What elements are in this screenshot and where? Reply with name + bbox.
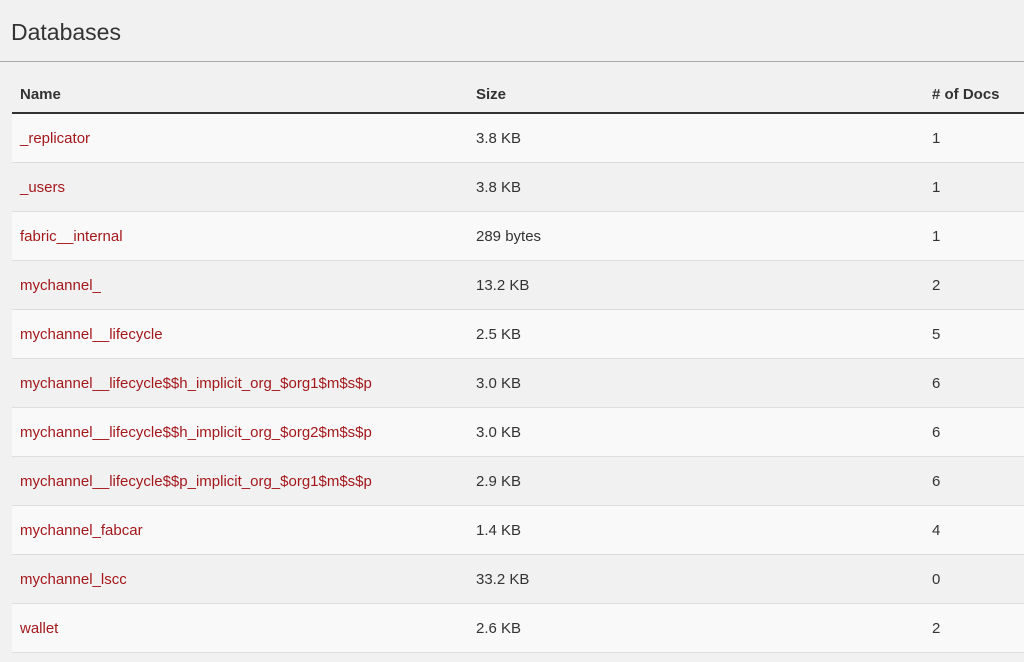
page-title: Databases [11, 19, 121, 45]
database-size: 3.0 KB [476, 424, 522, 441]
database-size: 2.5 KB [476, 326, 522, 343]
table-header: Name Size # of Docs [12, 76, 1024, 114]
database-name-link[interactable]: mychannel__lifecycle$$p_implicit_org_$or… [20, 473, 372, 490]
database-doc-count: 6 [932, 375, 941, 392]
database-size: 13.2 KB [476, 277, 530, 294]
database-name-link[interactable]: wallet [20, 620, 58, 637]
database-name-link[interactable]: mychannel_fabcar [20, 522, 143, 539]
table-row: mychannel_fabcar 1.4 KB 4 [12, 506, 1024, 555]
database-name-link[interactable]: fabric__internal [20, 228, 123, 245]
database-doc-count: 6 [932, 424, 941, 441]
database-doc-count: 2 [932, 620, 941, 637]
column-header-size[interactable]: Size [476, 86, 506, 103]
table-row: fabric__internal 289 bytes 1 [12, 212, 1024, 261]
database-size: 2.6 KB [476, 620, 522, 637]
database-doc-count: 5 [932, 326, 941, 343]
database-name-link[interactable]: mychannel_lscc [20, 571, 127, 588]
database-name-link[interactable]: _users [20, 179, 65, 196]
database-doc-count: 1 [932, 130, 941, 147]
database-doc-count: 0 [932, 571, 941, 588]
table-row: mychannel__lifecycle$$p_implicit_org_$or… [12, 457, 1024, 506]
database-size: 1.4 KB [476, 522, 522, 539]
database-size: 3.0 KB [476, 375, 522, 392]
database-doc-count: 1 [932, 228, 941, 245]
table-row: mychannel__lifecycle$$h_implicit_org_$or… [12, 359, 1024, 408]
table-row: _users 3.8 KB 1 [12, 163, 1024, 212]
database-doc-count: 2 [932, 277, 941, 294]
column-header-name[interactable]: Name [20, 86, 61, 103]
table-row: mychannel__lifecycle$$h_implicit_org_$or… [12, 408, 1024, 457]
column-header-docs[interactable]: # of Docs [932, 86, 1000, 103]
database-name-link[interactable]: mychannel__lifecycle [20, 326, 163, 343]
database-size: 2.9 KB [476, 473, 522, 490]
database-doc-count: 6 [932, 473, 941, 490]
table-row: wallet 2.6 KB 2 [12, 604, 1024, 653]
database-name-link[interactable]: mychannel__lifecycle$$h_implicit_org_$or… [20, 424, 372, 441]
table-body: _replicator 3.8 KB 1 _users 3.8 KB 1 fab… [12, 114, 1024, 653]
database-name-link[interactable]: mychannel__lifecycle$$h_implicit_org_$or… [20, 375, 372, 392]
table-row: _replicator 3.8 KB 1 [12, 114, 1024, 163]
database-size: 3.8 KB [476, 130, 522, 147]
database-doc-count: 1 [932, 179, 941, 196]
database-name-link[interactable]: _replicator [20, 130, 90, 147]
page-header: Databases [0, 0, 1024, 62]
table-row: mychannel_ 13.2 KB 2 [12, 261, 1024, 310]
database-doc-count: 4 [932, 522, 941, 539]
database-size: 3.8 KB [476, 179, 522, 196]
database-size: 33.2 KB [476, 571, 530, 588]
table-row: mychannel_lscc 33.2 KB 0 [12, 555, 1024, 604]
database-name-link[interactable]: mychannel_ [20, 277, 101, 294]
table-row: mychannel__lifecycle 2.5 KB 5 [12, 310, 1024, 359]
database-size: 289 bytes [476, 228, 542, 245]
databases-table: Name Size # of Docs _replicator 3.8 KB 1… [12, 76, 1024, 653]
